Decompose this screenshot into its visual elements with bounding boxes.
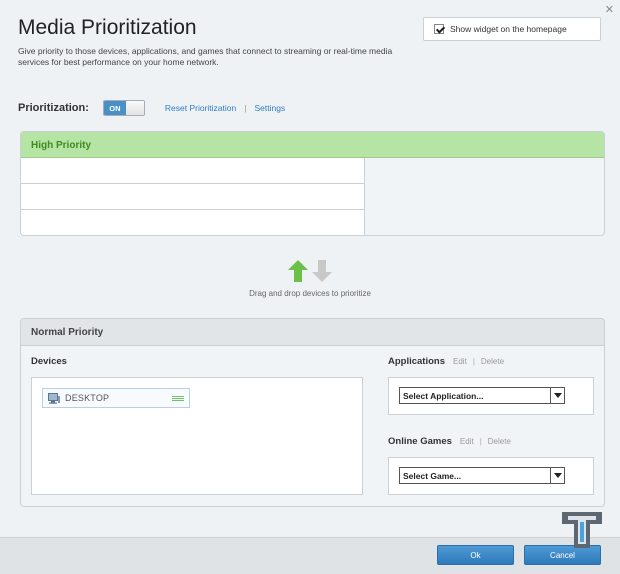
- computer-icon: [48, 392, 60, 404]
- devices-label: Devices: [31, 356, 67, 367]
- prioritization-label: Prioritization:: [18, 102, 89, 114]
- high-priority-slot[interactable]: [21, 158, 364, 184]
- device-name: DESKTOP: [65, 393, 110, 403]
- toggle-on-label: ON: [103, 101, 126, 115]
- ok-button[interactable]: Ok: [437, 545, 514, 565]
- application-select-value: Select Application...: [403, 391, 484, 401]
- game-select[interactable]: Select Game...: [399, 467, 565, 484]
- settings-link[interactable]: Settings: [254, 103, 285, 113]
- normal-priority-panel: Normal Priority Devices DESKTOP Applicat…: [20, 318, 605, 507]
- prioritization-row: Prioritization: ON Reset Prioritization …: [18, 100, 285, 116]
- checkbox-checked-icon[interactable]: [434, 24, 444, 34]
- applications-edit-link[interactable]: Edit: [453, 357, 467, 366]
- game-select-value: Select Game...: [403, 471, 462, 481]
- arrow-up-icon: [288, 260, 308, 282]
- high-priority-drop-list[interactable]: [21, 158, 365, 235]
- close-icon[interactable]: ✕: [605, 3, 614, 16]
- page-description: Give priority to those devices, applicat…: [18, 46, 393, 67]
- device-item-desktop[interactable]: DESKTOP: [42, 388, 190, 408]
- show-widget-label: Show widget on the homepage: [450, 24, 567, 34]
- show-widget-checkbox[interactable]: Show widget on the homepage: [423, 17, 601, 41]
- high-priority-panel: High Priority: [20, 131, 605, 236]
- chevron-down-icon[interactable]: [550, 388, 564, 403]
- applications-delete-link[interactable]: Delete: [481, 357, 504, 366]
- games-header: Online Games Edit | Delete: [388, 436, 511, 447]
- application-select[interactable]: Select Application...: [399, 387, 565, 404]
- high-priority-slot[interactable]: [21, 184, 364, 210]
- priority-arrows-icon: [288, 260, 332, 282]
- link-separator: |: [244, 103, 247, 113]
- page-title: Media Prioritization: [18, 16, 197, 39]
- watermark-logo: [562, 512, 602, 548]
- games-edit-link[interactable]: Edit: [460, 437, 474, 446]
- high-priority-slot[interactable]: [21, 210, 364, 235]
- arrow-down-icon: [312, 260, 332, 282]
- normal-priority-title: Normal Priority: [21, 319, 604, 346]
- prioritization-toggle[interactable]: ON: [102, 100, 145, 116]
- games-box: Select Game...: [388, 457, 594, 495]
- applications-label: Applications: [388, 356, 446, 367]
- games-link-separator: |: [479, 437, 482, 446]
- devices-list[interactable]: DESKTOP: [31, 377, 363, 495]
- toggle-knob: [125, 101, 144, 115]
- reset-prioritization-link[interactable]: Reset Prioritization: [165, 103, 236, 113]
- applications-box: Select Application...: [388, 377, 594, 415]
- applications-header: Applications Edit | Delete: [388, 356, 504, 367]
- drag-hint: Drag and drop devices to prioritize: [249, 289, 371, 298]
- high-priority-title: High Priority: [21, 132, 604, 158]
- games-delete-link[interactable]: Delete: [488, 437, 511, 446]
- drag-handle-icon[interactable]: [172, 396, 184, 402]
- games-label: Online Games: [388, 436, 452, 447]
- applications-link-separator: |: [472, 357, 475, 366]
- chevron-down-icon[interactable]: [550, 468, 564, 483]
